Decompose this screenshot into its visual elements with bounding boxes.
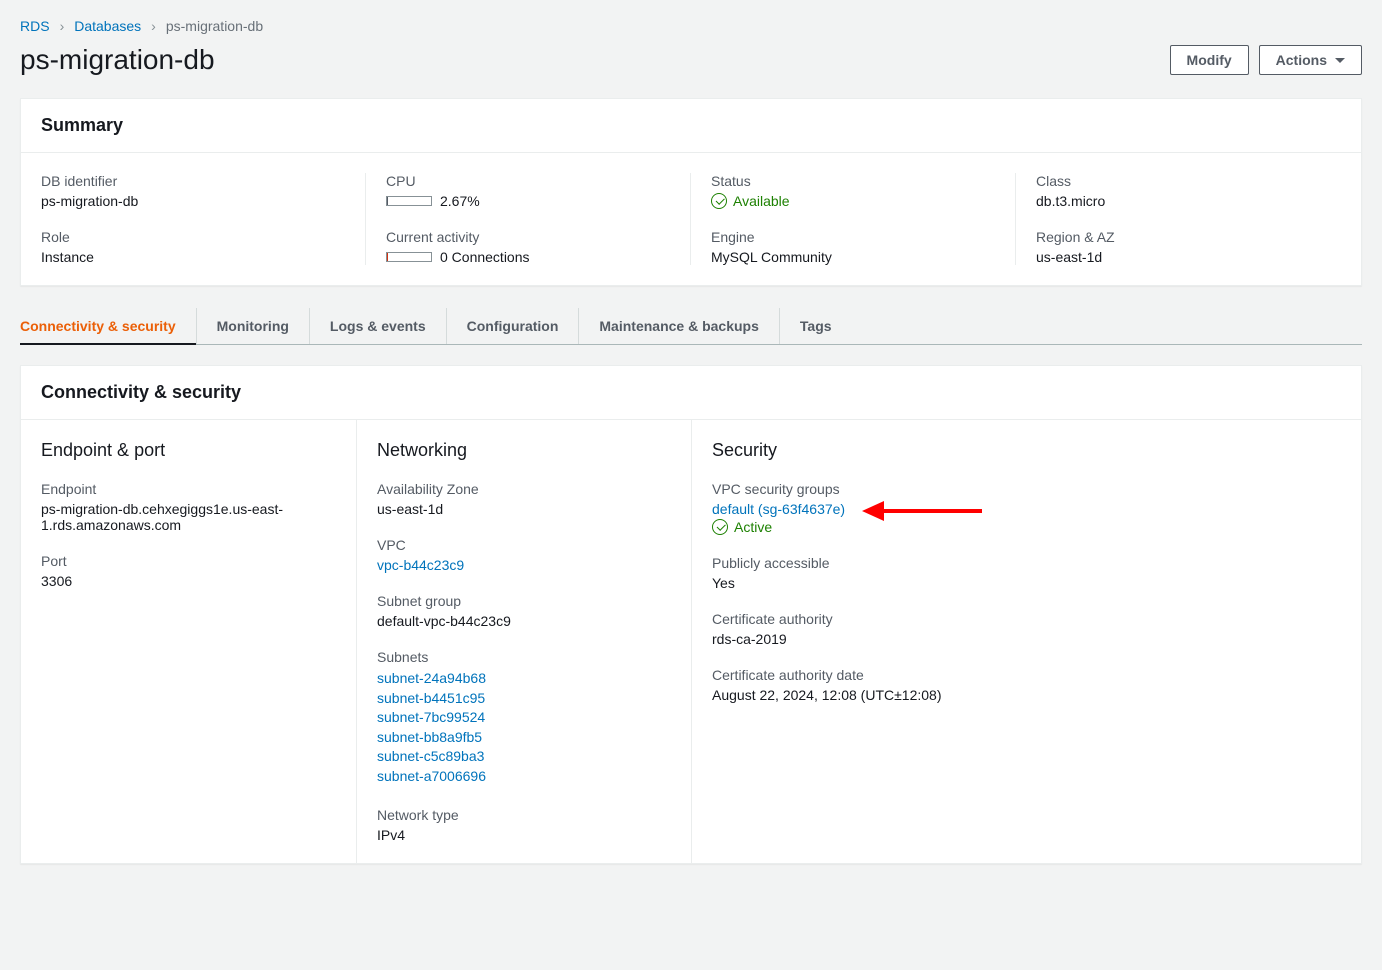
network-type-value: IPv4 [377,827,671,843]
db-identifier-label: DB identifier [41,173,345,189]
connectivity-title: Connectivity & security [41,382,1341,403]
endpoint-port-column: Endpoint & port Endpoint ps-migration-db… [21,420,356,863]
connectivity-panel: Connectivity & security Endpoint & port … [20,365,1362,864]
subnet-group-value: default-vpc-b44c23c9 [377,613,671,629]
port-label: Port [41,553,336,569]
chevron-right-icon: › [60,18,65,34]
region-value: us-east-1d [1036,249,1321,265]
check-circle-icon [712,519,728,535]
subnet-link[interactable]: subnet-bb8a9fb5 [377,728,671,748]
tab-connectivity-security[interactable]: Connectivity & security [20,308,197,344]
port-value: 3306 [41,573,336,589]
az-value: us-east-1d [377,501,671,517]
action-buttons: Modify Actions [1170,45,1362,75]
engine-value: MySQL Community [711,249,995,265]
breadcrumb-root[interactable]: RDS [20,18,50,34]
cpu-label: CPU [386,173,670,189]
ca-date-label: Certificate authority date [712,667,1341,683]
ca-label: Certificate authority [712,611,1341,627]
role-value: Instance [41,249,345,265]
security-group-link[interactable]: default (sg-63f4637e) [712,501,845,517]
breadcrumb-current: ps-migration-db [166,18,263,34]
connectivity-header: Connectivity & security [21,366,1361,420]
connections-bar [386,252,432,262]
network-type-label: Network type [377,807,671,823]
networking-title: Networking [377,440,671,461]
vpc-link[interactable]: vpc-b44c23c9 [377,557,671,573]
subnet-link[interactable]: subnet-a7006696 [377,767,671,787]
subnets-label: Subnets [377,649,671,665]
summary-header: Summary [21,99,1361,153]
endpoint-port-title: Endpoint & port [41,440,336,461]
breadcrumb-databases[interactable]: Databases [74,18,141,34]
actions-label: Actions [1276,52,1327,68]
ca-date-value: August 22, 2024, 12:08 (UTC±12:08) [712,687,1341,703]
modify-label: Modify [1187,52,1232,68]
modify-button[interactable]: Modify [1170,45,1249,75]
breadcrumb: RDS › Databases › ps-migration-db [20,18,1362,34]
publicly-accessible-value: Yes [712,575,1341,591]
summary-panel: Summary DB identifier ps-migration-db Ro… [20,98,1362,286]
region-label: Region & AZ [1036,229,1321,245]
chevron-right-icon: › [151,18,156,34]
subnet-link[interactable]: subnet-b4451c95 [377,689,671,709]
activity-value: 0 Connections [440,249,530,265]
security-title: Security [712,440,1341,461]
engine-label: Engine [711,229,995,245]
tab-logs-events[interactable]: Logs & events [310,308,447,344]
az-label: Availability Zone [377,481,671,497]
security-column: Security VPC security groups default (sg… [691,420,1361,863]
networking-column: Networking Availability Zone us-east-1d … [356,420,691,863]
summary-title: Summary [41,115,1341,136]
tab-tags[interactable]: Tags [780,308,852,344]
security-group-status: Active [734,519,772,535]
subnet-link[interactable]: subnet-24a94b68 [377,669,671,689]
tab-configuration[interactable]: Configuration [447,308,580,344]
security-groups-label: VPC security groups [712,481,1341,497]
vpc-label: VPC [377,537,671,553]
subnet-link[interactable]: subnet-7bc99524 [377,708,671,728]
page-header: ps-migration-db Modify Actions [20,44,1362,76]
db-identifier-value: ps-migration-db [41,193,345,209]
page-title: ps-migration-db [20,44,215,76]
class-label: Class [1036,173,1321,189]
tabs: Connectivity & security Monitoring Logs … [20,308,1362,345]
endpoint-label: Endpoint [41,481,336,497]
status-value: Available [733,193,790,209]
ca-value: rds-ca-2019 [712,631,1341,647]
cpu-value: 2.67% [440,193,480,209]
status-label: Status [711,173,995,189]
tab-monitoring[interactable]: Monitoring [197,308,310,344]
activity-label: Current activity [386,229,670,245]
publicly-accessible-label: Publicly accessible [712,555,1341,571]
cpu-bar [386,196,432,206]
class-value: db.t3.micro [1036,193,1321,209]
actions-button[interactable]: Actions [1259,45,1362,75]
arrow-annotation [862,503,982,519]
caret-down-icon [1335,58,1345,63]
check-circle-icon [711,193,727,209]
subnet-link[interactable]: subnet-c5c89ba3 [377,747,671,767]
tab-maintenance-backups[interactable]: Maintenance & backups [579,308,780,344]
role-label: Role [41,229,345,245]
subnet-group-label: Subnet group [377,593,671,609]
endpoint-value: ps-migration-db.cehxegiggs1e.us-east-1.r… [41,501,336,533]
